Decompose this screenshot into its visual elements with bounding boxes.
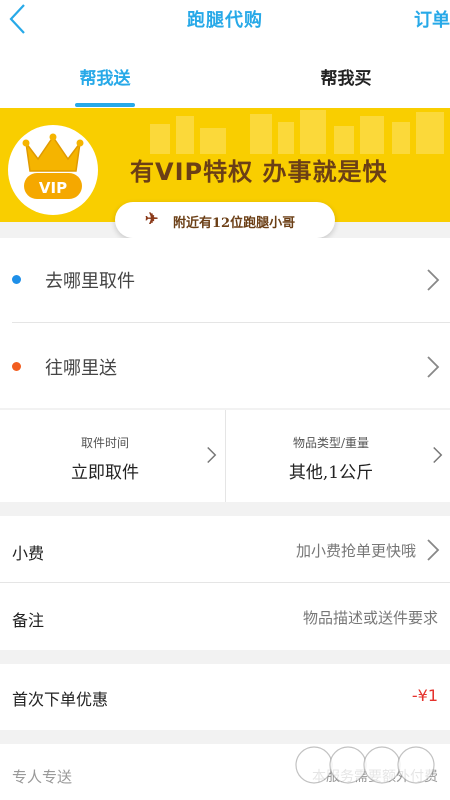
tip-label: 小费: [12, 544, 45, 563]
discount-card: 首次下单优惠 -¥1: [0, 664, 450, 730]
item-type-title: 物品类型/重量: [292, 436, 370, 450]
dropoff-address-row[interactable]: 往哪里送: [0, 322, 450, 408]
orders-link[interactable]: 订单: [414, 6, 450, 32]
chevron-right-icon: [433, 446, 443, 464]
address-card: 去哪里取件 往哪里送: [0, 238, 450, 408]
chevron-right-icon: [207, 446, 217, 464]
watermark-logo: [295, 746, 435, 784]
note-row[interactable]: 备注 物品描述或送件要求: [0, 583, 450, 650]
pickup-address-row[interactable]: 去哪里取件: [0, 238, 450, 324]
discount-label: 首次下单优惠: [12, 690, 109, 709]
extras-card: 小费 加小费抢单更快哦 备注 物品描述或送件要求: [0, 516, 450, 650]
item-type-cell[interactable]: 物品类型/重量 其他,1公斤: [226, 410, 450, 502]
note-value: 物品描述或送件要求: [302, 609, 438, 627]
vip-label: VIP: [38, 179, 68, 197]
chevron-right-icon: [427, 269, 440, 291]
pickup-time-title: 取件时间: [80, 436, 129, 450]
tab-bar: 帮我送 帮我买: [0, 42, 450, 108]
discount-value: -¥1: [411, 686, 438, 705]
vip-slogan: 有VIP特权 办事就是快: [130, 158, 388, 186]
nav-bar: 跑腿代购 订单: [0, 0, 450, 42]
dropoff-dot: [12, 362, 21, 371]
pickup-address-label: 去哪里取件: [45, 271, 135, 292]
details-card: 取件时间 立即取件 物品类型/重量 其他,1公斤: [0, 410, 450, 502]
page-title: 跑腿代购: [187, 10, 263, 31]
nearby-riders-pill: ✈ 附近有12位跑腿小哥: [115, 202, 335, 238]
chevron-right-icon: [427, 356, 440, 378]
vip-badge: VIP: [8, 125, 98, 215]
pickup-dot: [12, 275, 21, 284]
pickup-time-cell[interactable]: 取件时间 立即取件: [0, 410, 225, 502]
active-tab-indicator: [75, 103, 135, 107]
tab-deliver-for-me[interactable]: 帮我送: [45, 64, 165, 89]
crown-icon: [22, 133, 84, 199]
nearby-riders-text: 附近有12位跑腿小哥: [173, 216, 296, 231]
chevron-right-icon: [427, 539, 440, 561]
item-type-value: 其他,1公斤: [288, 463, 374, 483]
tip-value: 加小费抢单更快哦: [295, 542, 416, 560]
note-label: 备注: [12, 611, 45, 630]
tab-buy-for-me[interactable]: 帮我买: [286, 64, 406, 89]
dedicated-delivery-label: 专人专送: [12, 768, 73, 786]
rider-icon: ✈: [145, 209, 159, 228]
pickup-time-value: 立即取件: [71, 463, 139, 483]
dropoff-address-label: 往哪里送: [45, 358, 117, 379]
tip-row[interactable]: 小费 加小费抢单更快哦: [0, 516, 450, 582]
